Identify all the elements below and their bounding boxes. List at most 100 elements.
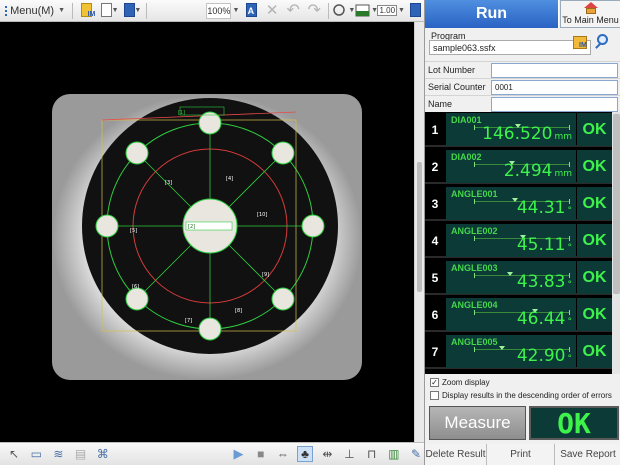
measure-line-icon[interactable]: ⇹ (319, 446, 335, 462)
serial-counter-row: Serial Counter 0001 (425, 78, 620, 95)
menu-button[interactable]: Menu(M) ▼ (3, 2, 67, 20)
hierarchy-icon[interactable]: ⌘ (95, 446, 111, 462)
image-canvas[interactable]: [1] [2] [3] [4] [5] [6] [7] [8] [9] [10] (0, 22, 414, 442)
result-status: OK (577, 187, 612, 220)
gauge-lower-mark (474, 199, 475, 204)
canvas-scrollbar[interactable] (414, 22, 424, 442)
redo-icon[interactable]: ↷ (305, 2, 323, 20)
result-status: OK (577, 298, 612, 331)
result-value: 45.11 ° (517, 235, 572, 255)
pointer-icon[interactable]: ↖ (6, 446, 22, 462)
scroll-thumb[interactable] (417, 162, 422, 292)
result-number: 146.520 (482, 124, 553, 144)
result-row[interactable]: 2 DIA002 2.494 mm OK (425, 149, 612, 184)
edge-tool-icon[interactable]: ⊥ (341, 446, 357, 462)
overlay-label: [5] (130, 228, 137, 234)
zoom-value: 100% (206, 2, 232, 19)
result-unit: mm (554, 169, 572, 179)
result-status: OK (577, 113, 612, 146)
play-icon[interactable]: ▶ (230, 446, 246, 462)
result-name: ANGLE002 (451, 226, 498, 236)
display-options: ✓ Zoom display Display results in the de… (425, 376, 620, 402)
report-button[interactable]: ▼ (99, 2, 119, 20)
auto-fit-icon: A (244, 3, 259, 18)
menu-icon (5, 5, 8, 16)
open-image-button[interactable]: IM (78, 2, 96, 20)
layers-icon[interactable]: ≋ (50, 446, 66, 462)
overlay-label: [9] (262, 272, 269, 278)
result-row[interactable]: 4 ANGLE002 45.11 ° OK (425, 223, 612, 258)
camera-icon[interactable]: ▭ (28, 446, 44, 462)
histogram-icon[interactable]: ▥ (386, 446, 402, 462)
stop-icon[interactable]: ■ (253, 446, 269, 462)
result-row[interactable]: 6 ANGLE004 46.44 ° OK (425, 297, 612, 332)
edit-image-button[interactable] (406, 2, 424, 20)
result-index: 1 (431, 122, 439, 137)
serial-counter-field[interactable]: 0001 (491, 79, 618, 95)
result-value: 2.494 mm (504, 161, 572, 181)
gauge-lower-mark (474, 347, 475, 352)
home-icon (583, 2, 598, 14)
overlay-label: [2] (188, 224, 195, 230)
result-number: 43.83 (516, 272, 566, 292)
shape-tool-button[interactable]: ▼ (333, 2, 355, 20)
delete-result-button[interactable]: Delete Result (425, 444, 487, 465)
zoom-display-label: Zoom display (442, 378, 490, 387)
result-index: 2 (431, 159, 439, 174)
results-scrollbar[interactable] (612, 112, 620, 374)
result-number: 45.11 (516, 235, 566, 255)
main-toolbar: Menu(M) ▼ IM ▼ ▼ 100% ▼ A ✕ ↶ ↷ ▼ ▼ 1.00… (0, 0, 424, 22)
result-cell: ANGLE002 45.11 ° (446, 224, 576, 257)
auto-fit-button[interactable]: A (242, 2, 260, 20)
ratio-value: 1.00 (377, 5, 398, 16)
result-value: 43.83 ° (517, 272, 572, 292)
result-row[interactable]: 3 ANGLE001 44.31 ° OK (425, 186, 612, 221)
result-index: 3 (431, 196, 439, 211)
footer-actions: Delete Result Print Save Report (425, 444, 620, 465)
zoom-select[interactable]: 100% ▼ (206, 2, 239, 20)
result-cell: ANGLE001 44.31 ° (446, 187, 576, 220)
results-list[interactable]: 1 DIA001 146.520 mm OK 2 DIA002 2.494 mm OK 3 ANGLE… (425, 112, 612, 374)
gauge-lower-mark (474, 162, 475, 167)
trees-icon[interactable]: ♣ (296, 446, 314, 462)
gauge-lower-mark (474, 310, 475, 315)
name-row: Name (425, 95, 620, 112)
fit-width-icon[interactable]: ⇔ (275, 446, 291, 462)
menu-label: Menu(M) (10, 4, 55, 17)
profile-icon[interactable]: ⊓ (364, 446, 380, 462)
print-button[interactable]: ▼ (122, 2, 141, 20)
gauge-pointer (507, 272, 514, 276)
image-icon[interactable]: ▤ (72, 446, 88, 462)
chevron-down-icon: ▼ (111, 7, 119, 14)
zoom-display-option[interactable]: ✓ Zoom display (425, 376, 620, 389)
edit-image-icon[interactable]: ✎ (408, 446, 424, 462)
result-row[interactable]: 5 ANGLE003 43.83 ° OK (425, 260, 612, 295)
open-program-button[interactable]: IM (573, 33, 591, 51)
print-button[interactable]: Print (487, 444, 555, 465)
ratio-button[interactable]: 1.00 ▼ (377, 2, 405, 20)
to-main-menu-button[interactable]: To Main Menu (560, 0, 620, 28)
run-tab[interactable]: Run (425, 0, 559, 28)
result-row[interactable]: 1 DIA001 146.520 mm OK (425, 112, 612, 147)
bottom-toolbar: ↖ ▭ ≋ ▤ ⌘ ▶ ■ ⇔ ♣ ⇹ ⊥ ⊓ ▥ ✎ (0, 442, 424, 465)
result-unit: ° (567, 354, 573, 364)
program-select[interactable]: sample063.ssfx ▼ (429, 40, 591, 55)
descending-order-checkbox[interactable] (430, 391, 439, 400)
display-mode-icon (355, 3, 370, 18)
printer-icon (122, 3, 135, 18)
scroll-thumb[interactable] (613, 114, 620, 294)
save-report-button[interactable]: Save Report (555, 444, 620, 465)
search-button[interactable] (594, 33, 612, 51)
close-icon[interactable]: ✕ (263, 2, 281, 20)
measure-button[interactable]: Measure (429, 406, 526, 440)
result-status: OK (577, 261, 612, 294)
lot-number-field[interactable] (491, 62, 618, 78)
display-mode-button[interactable]: ▼ (355, 2, 378, 20)
undo-icon[interactable]: ↶ (284, 2, 302, 20)
serial-counter-label: Serial Counter (428, 82, 486, 92)
zoom-display-checkbox[interactable]: ✓ (430, 378, 439, 387)
descending-order-option[interactable]: Display results in the descending order … (425, 389, 620, 402)
name-field[interactable] (491, 96, 618, 112)
result-name: ANGLE003 (451, 263, 498, 273)
result-row[interactable]: 7 ANGLE005 42.90 ° OK (425, 334, 612, 369)
